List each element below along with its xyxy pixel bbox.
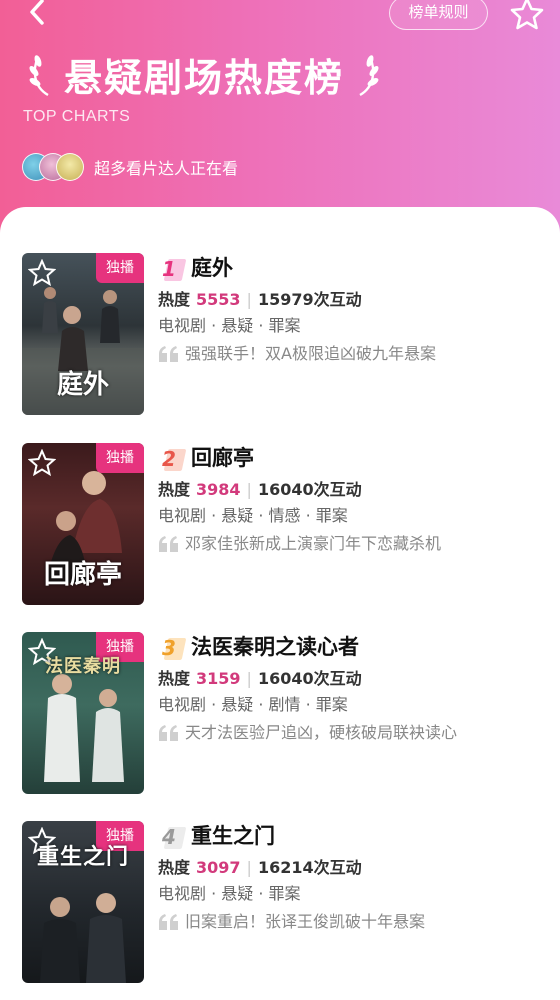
heat-stats: 热度 3984 | 16040次互动 (158, 479, 362, 501)
avatar-group (22, 151, 88, 183)
divider: | (246, 290, 252, 309)
rank-number: 1 (160, 257, 187, 281)
poster-title: 重生之门 (36, 844, 129, 870)
poster-title: 法医秦明 (45, 656, 121, 677)
heat-label: 热度 (158, 480, 191, 499)
tagline: 旧案重启！张译王俊凯破十年悬案 (158, 911, 425, 933)
list-item[interactable]: 独播 回廊亭 2 回廊亭 热度 3984 | 16040次互动 电视剧 · 悬疑 · … (0, 443, 560, 613)
tagline: 邓家佳张新成上演豪门年下恋藏杀机 (158, 533, 441, 555)
exclusive-badge: 独播 (96, 253, 144, 283)
poster-image[interactable]: 独播 法医秦明 (22, 632, 144, 794)
heat-value: 3097 (196, 858, 241, 877)
heat-value: 3984 (196, 480, 241, 499)
interaction-suffix: 次互动 (313, 669, 362, 688)
chart-title-row: 悬疑剧场热度榜 (26, 46, 416, 102)
divider: | (246, 858, 252, 877)
star-icon[interactable] (28, 449, 56, 477)
rank-number: 4 (160, 825, 187, 849)
laurel-left-icon (29, 55, 49, 97)
heat-value: 5553 (196, 290, 241, 309)
page-title: 悬疑剧场热度榜 (64, 55, 345, 100)
star-icon[interactable] (28, 259, 56, 287)
tagline-text: 旧案重启！张译王俊凯破十年悬案 (185, 912, 426, 931)
poster-image[interactable]: 独播 庭外 (22, 253, 144, 415)
show-title[interactable]: 回廊亭 (191, 443, 254, 473)
interaction-suffix: 次互动 (313, 290, 362, 309)
heat-value: 3159 (196, 669, 241, 688)
tagline-text: 邓家佳张新成上演豪门年下恋藏杀机 (185, 534, 442, 553)
list-item[interactable]: 独播 庭外 1 庭外 热度 5553 | 15979次互动 电视剧 · 悬疑 · 罪案… (0, 253, 560, 423)
interaction-count: 16040 (257, 669, 314, 688)
show-title[interactable]: 重生之门 (191, 821, 275, 851)
ranking-list: 独播 庭外 1 庭外 热度 5553 | 15979次互动 电视剧 · 悬疑 · 罪案… (0, 207, 560, 1000)
interaction-count: 15979 (257, 290, 314, 309)
tagline-text: 强强联手！双A极限追凶破九年悬案 (185, 344, 436, 363)
poster-title: 回廊亭 (43, 560, 122, 590)
tagline-text: 天才法医验尸追凶，硬核破局联袂读心 (185, 723, 458, 742)
quote-icon (159, 536, 178, 552)
viewers-row: 超多看片达人正在看 (22, 150, 238, 184)
interaction-suffix: 次互动 (313, 480, 362, 499)
genre-tags: 电视剧 · 悬疑 · 剧情 · 罪案 (158, 695, 348, 714)
list-item[interactable]: 独播 重生之门 4 重生之门 热度 3097 | 16214次互动 电视剧 · 悬疑 … (0, 821, 560, 991)
poster-image[interactable]: 独播 重生之门 (22, 821, 144, 983)
quote-icon (159, 725, 178, 741)
viewers-text: 超多看片达人正在看 (94, 159, 239, 178)
chevron-left-icon (30, 0, 44, 25)
genre-tags: 电视剧 · 悬疑 · 罪案 (158, 316, 301, 335)
list-item[interactable]: 独播 法医秦明 3 法医秦明之读心者 热度 3159 | 16040次互动 电视剧 ·… (0, 632, 560, 802)
laurel-right-icon (359, 55, 379, 97)
rules-button[interactable]: 榜单规则 (389, 0, 488, 30)
tagline: 天才法医验尸追凶，硬核破局联袂读心 (158, 722, 457, 744)
rank-number: 2 (160, 447, 187, 471)
interaction-count: 16040 (257, 480, 314, 499)
tagline: 强强联手！双A极限追凶破九年悬案 (158, 343, 436, 365)
show-title[interactable]: 庭外 (191, 253, 233, 283)
heat-label: 热度 (158, 290, 191, 309)
star-icon (510, 0, 544, 30)
interaction-suffix: 次互动 (313, 858, 362, 877)
divider: | (246, 669, 252, 688)
rank-number: 3 (160, 636, 187, 660)
quote-icon (159, 346, 178, 362)
quote-icon (159, 914, 178, 930)
poster-title: 庭外 (56, 370, 109, 400)
back-button[interactable] (22, 0, 56, 30)
heat-stats: 热度 3159 | 16040次互动 (158, 668, 362, 690)
heat-label: 热度 (158, 669, 191, 688)
page-subtitle: TOP CHARTS (23, 108, 131, 125)
genre-tags: 电视剧 · 悬疑 · 罪案 (158, 884, 301, 903)
poster-image[interactable]: 独播 回廊亭 (22, 443, 144, 605)
interaction-count: 16214 (257, 858, 314, 877)
heat-label: 热度 (158, 858, 191, 877)
heat-stats: 热度 3097 | 16214次互动 (158, 857, 362, 879)
heat-stats: 热度 5553 | 15979次互动 (158, 289, 362, 311)
genre-tags: 电视剧 · 悬疑 · 情感 · 罪案 (158, 506, 348, 525)
divider: | (246, 480, 252, 499)
exclusive-badge: 独播 (96, 443, 144, 473)
show-title[interactable]: 法医秦明之读心者 (191, 632, 359, 662)
favorite-button[interactable] (508, 0, 546, 32)
avatar (56, 153, 84, 181)
